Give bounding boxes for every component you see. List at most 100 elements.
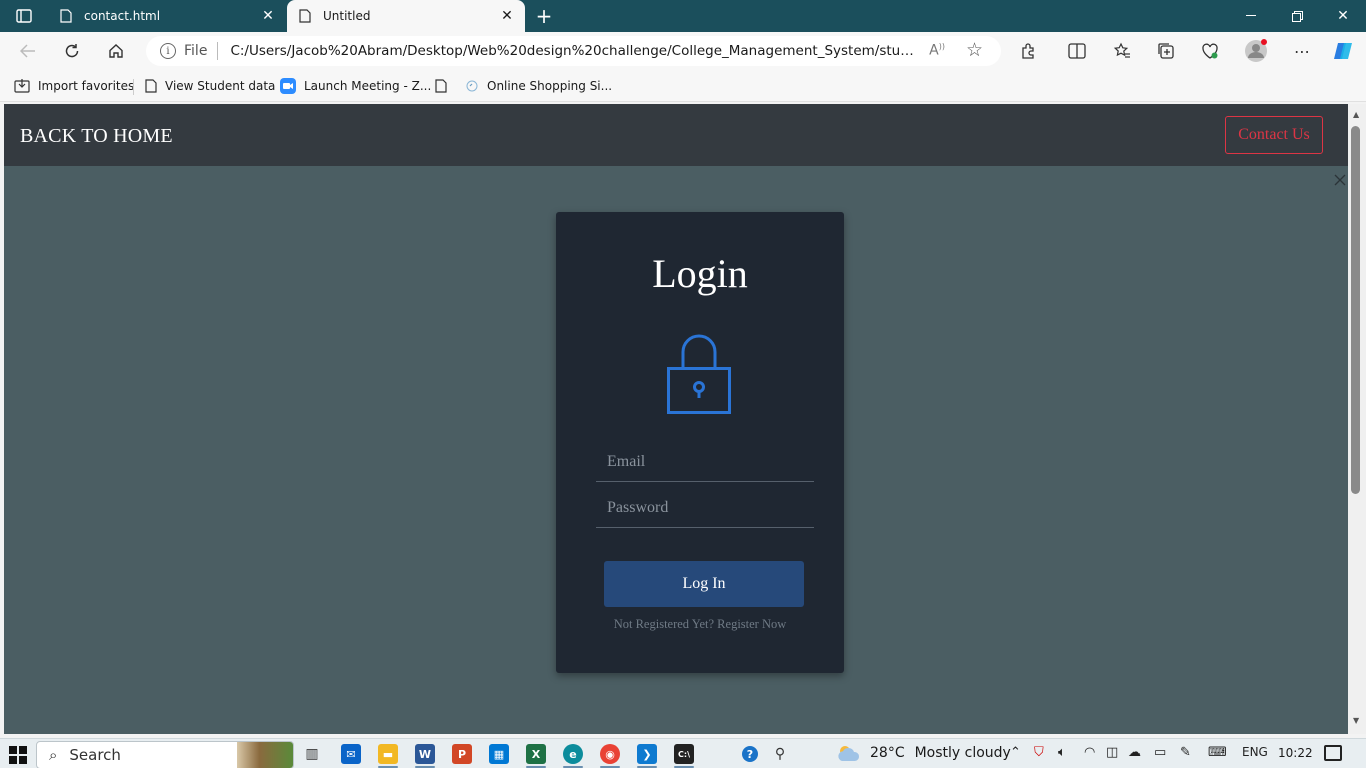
home-icon[interactable] <box>102 37 130 65</box>
battery-icon[interactable]: ▭ <box>1154 745 1166 760</box>
favorite-view-student-data[interactable]: View Student data <box>145 77 275 95</box>
import-icon <box>14 79 30 93</box>
weather-condition: Mostly cloudy <box>914 745 1011 761</box>
tab-close-icon[interactable]: ✕ <box>260 8 276 24</box>
tab-title: Untitled <box>323 9 371 23</box>
scheme-label: File <box>184 43 208 59</box>
network-icon[interactable]: ◠ <box>1084 745 1095 760</box>
lock-icon <box>667 334 731 414</box>
back-icon[interactable] <box>14 37 42 65</box>
contact-us-button[interactable]: Contact Us <box>1225 116 1323 154</box>
more-options-icon[interactable]: ⋯ <box>1288 37 1316 65</box>
password-field[interactable] <box>596 488 814 528</box>
login-title: Login <box>652 251 748 296</box>
url-text[interactable]: C:/Users/Jacob%20Abram/Desktop/Web%20des… <box>230 43 920 59</box>
read-aloud-icon[interactable]: A)) <box>929 42 945 59</box>
store-icon[interactable]: ▦ <box>489 744 509 764</box>
taskbar-search[interactable]: ⌕ Search <box>36 741 294 768</box>
terminal-icon[interactable]: C:\ <box>674 744 694 764</box>
tab-untitled[interactable]: Untitled ✕ <box>287 0 525 32</box>
restore-icon[interactable] <box>1274 0 1320 32</box>
chrome-icon[interactable]: ◉ <box>600 744 620 764</box>
favorite-online-shopping[interactable]: Online Shopping Si... <box>465 77 612 95</box>
site-navbar: BACK TO HOME Contact Us <box>4 104 1348 166</box>
tab-close-icon[interactable]: ✕ <box>499 8 515 24</box>
keyboard-icon[interactable]: ⌨ <box>1208 745 1227 760</box>
show-hidden-icons-icon[interactable]: ⌃ <box>1010 745 1021 760</box>
new-tab-icon[interactable]: + <box>532 4 556 28</box>
favorite-untitled-page[interactable] <box>435 77 455 95</box>
refresh-icon[interactable] <box>58 37 86 65</box>
zoom-icon <box>280 78 296 94</box>
favorite-import[interactable]: Import favorites <box>14 77 134 95</box>
page-icon <box>299 9 311 23</box>
address-bar[interactable]: i File C:/Users/Jacob%20Abram/Desktop/We… <box>146 36 1001 66</box>
favorite-launch-meeting[interactable]: Launch Meeting - Z... <box>280 77 431 95</box>
browser-essentials-icon[interactable] <box>1196 37 1224 65</box>
page-icon <box>60 9 72 23</box>
login-button[interactable]: Log In <box>604 561 804 607</box>
register-link[interactable]: Not Registered Yet? Register Now <box>556 617 844 632</box>
window-close-icon[interactable]: ✕ <box>1320 0 1366 32</box>
favorite-label: View Student data <box>165 79 276 93</box>
favorite-label: Import favorites <box>38 79 135 93</box>
close-icon[interactable] <box>1332 172 1348 188</box>
info-icon[interactable]: i <box>160 43 176 59</box>
collections-icon[interactable] <box>1152 37 1180 65</box>
favorite-star-icon[interactable]: ☆ <box>966 39 983 61</box>
tab-title: contact.html <box>84 9 161 23</box>
search-highlight-image <box>237 742 293 768</box>
profile-avatar[interactable] <box>1242 37 1270 65</box>
excel-icon[interactable]: X <box>526 744 546 764</box>
powerpoint-icon[interactable]: P <box>452 744 472 764</box>
scroll-down-icon[interactable]: ▼ <box>1353 716 1359 725</box>
language-indicator[interactable]: ENG <box>1242 745 1268 759</box>
meet-now-icon[interactable]: ◫ <box>1106 745 1118 760</box>
mail-icon[interactable]: ✉ <box>341 744 361 764</box>
volume-icon[interactable]: 🔈︎ <box>1058 745 1066 760</box>
word-icon[interactable]: W <box>415 744 435 764</box>
people-icon[interactable]: ⚲ <box>770 744 790 764</box>
notification-center-icon[interactable] <box>1324 745 1342 761</box>
login-card: Login Log In Not Registered Yet? Registe… <box>556 212 844 673</box>
favorites-icon[interactable] <box>1108 37 1136 65</box>
page-viewport: BACK TO HOME Contact Us Login Log In Not… <box>4 104 1348 734</box>
file-explorer-icon[interactable]: ▬ <box>378 744 398 764</box>
page-icon <box>435 79 447 93</box>
favorite-label: Online Shopping Si... <box>487 79 613 93</box>
extensions-icon[interactable] <box>1015 37 1043 65</box>
search-icon: ⌕ <box>49 746 58 764</box>
weather-cloud-icon <box>838 746 860 761</box>
shop-icon <box>465 79 479 93</box>
task-view-icon[interactable]: ▥ <box>302 744 322 764</box>
security-icon[interactable]: ⛉ <box>1034 745 1044 760</box>
split-screen-icon[interactable] <box>1063 37 1091 65</box>
favorite-label: Launch Meeting - Z... <box>304 79 432 93</box>
windows-start-icon[interactable] <box>8 745 28 765</box>
edge-icon[interactable]: e <box>563 744 583 764</box>
pen-icon[interactable]: ✎ <box>1180 745 1191 760</box>
tab-contact[interactable]: contact.html ✕ <box>48 0 286 32</box>
system-clock[interactable]: 10:22 <box>1278 746 1313 760</box>
browser-toolbar: i File C:/Users/Jacob%20Abram/Desktop/We… <box>0 32 1366 70</box>
browser-tab-strip: contact.html ✕ Untitled ✕ + ✕ <box>0 0 1366 32</box>
favorites-bar: Import favorites View Student data Launc… <box>0 70 1366 102</box>
weather-temp: 28°C <box>870 745 905 761</box>
scrollbar-thumb[interactable] <box>1351 126 1360 494</box>
search-label: Search <box>69 746 121 764</box>
page-scrollbar[interactable]: ▲ ▼ <box>1348 104 1366 734</box>
vscode-icon[interactable]: ❯ <box>637 744 657 764</box>
favorites-divider <box>133 79 134 95</box>
help-icon[interactable]: ? <box>742 746 758 762</box>
copilot-icon[interactable] <box>1329 37 1357 65</box>
back-to-home-link[interactable]: BACK TO HOME <box>20 125 173 148</box>
page-icon <box>145 79 157 93</box>
minimize-icon[interactable] <box>1228 0 1274 32</box>
tab-actions-icon[interactable] <box>8 4 40 28</box>
weather-widget[interactable]: 28°C Mostly cloudy <box>836 744 1011 762</box>
onedrive-icon[interactable]: ☁ <box>1128 745 1141 760</box>
email-field[interactable] <box>596 442 814 482</box>
scroll-up-icon[interactable]: ▲ <box>1353 110 1359 119</box>
address-divider <box>217 42 219 60</box>
windows-taskbar: ⌕ Search ▥ ✉ ▬ W P ▦ X e ◉ ❯ C:\ ? ⚲ 28°… <box>0 738 1366 768</box>
